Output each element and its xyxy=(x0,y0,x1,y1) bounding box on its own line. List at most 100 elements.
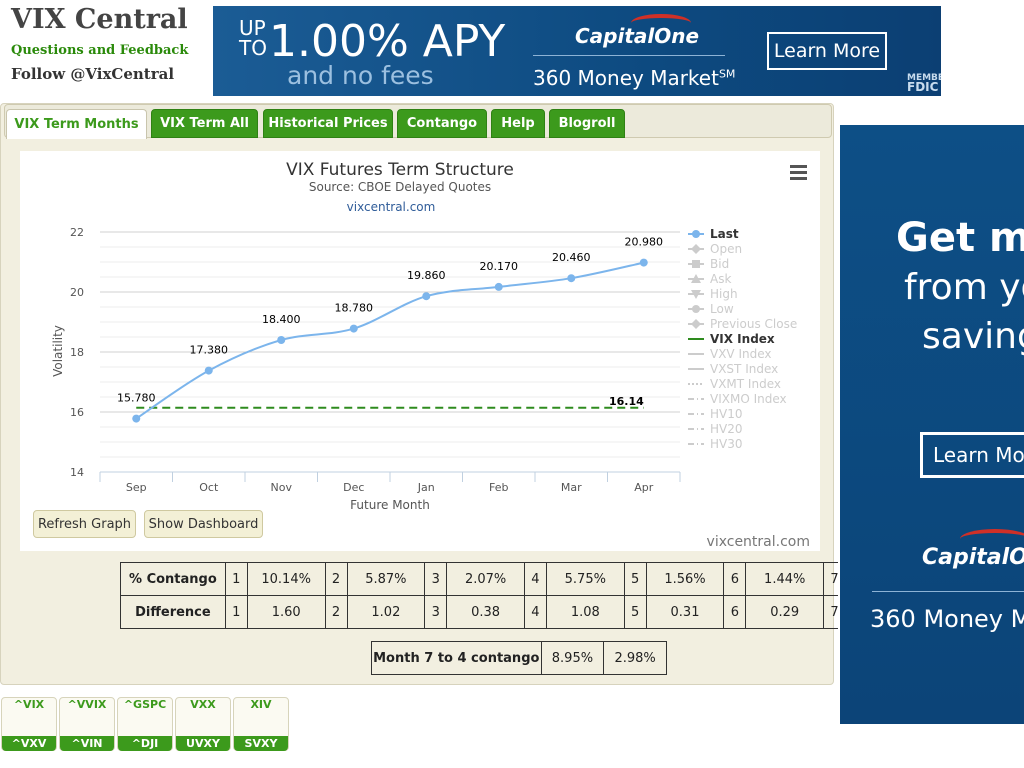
data-label: 18.400 xyxy=(262,313,301,326)
table-row: % Contango 1 10.14% 2 5.87% 3 2.07% 4 5.75% 5 1.56… xyxy=(120,562,838,596)
side-banner-ad[interactable]: Get mo from yo saving Learn Mo CapitalO … xyxy=(840,125,1024,724)
y-axis-label: Volatility xyxy=(51,325,65,377)
ticker-top-symbol[interactable]: XIV xyxy=(234,698,288,711)
legend-item[interactable]: Bid xyxy=(688,257,729,271)
value-cell: 5.87% xyxy=(346,562,426,596)
show-dashboard-button[interactable]: Show Dashboard xyxy=(144,510,263,538)
value-cell: 0.29 xyxy=(745,595,825,629)
legend-label: High xyxy=(710,287,738,301)
chart-site-link[interactable]: vixcentral.com xyxy=(347,200,436,214)
x-tick-label: Sep xyxy=(126,481,147,494)
data-label: 20.460 xyxy=(552,251,591,264)
legend-item[interactable]: HV20 xyxy=(688,422,743,436)
legend-item[interactable]: VXV Index xyxy=(688,347,772,361)
month-contango-value-1: 8.95% xyxy=(540,641,605,675)
legend-item[interactable]: VIX Index xyxy=(688,332,775,346)
ticker-top-symbol[interactable]: ^VVIX xyxy=(60,698,114,711)
last-data-point xyxy=(132,414,141,423)
y-tick-label: 22 xyxy=(70,226,84,239)
last-data-point xyxy=(349,324,358,333)
vix-index-label: 16.14 xyxy=(609,395,644,408)
tab-historical-prices[interactable]: Historical Prices xyxy=(263,109,393,138)
value-cell: 5.75% xyxy=(545,562,625,596)
tab-vix-term-all[interactable]: VIX Term All xyxy=(151,109,258,138)
site-title[interactable]: VIX Central xyxy=(11,4,188,35)
follow-twitter-link[interactable]: Follow @VixCentral xyxy=(11,65,174,83)
last-data-point xyxy=(422,292,431,301)
y-tick-label: 16 xyxy=(70,406,84,419)
last-data-point xyxy=(204,366,213,375)
row-label: Difference xyxy=(120,595,226,629)
value-cell: 1.56% xyxy=(645,562,725,596)
month-index-cell: 5 xyxy=(623,595,647,629)
ticker-widget[interactable]: ^VVIX ^VIN xyxy=(59,697,115,751)
ticker-bottom-symbol[interactable]: ^VXV xyxy=(2,736,56,751)
hamburger-menu-icon[interactable] xyxy=(790,165,807,180)
chart-credit[interactable]: vixcentral.com xyxy=(707,534,810,550)
ticker-widget[interactable]: VXX UVXY xyxy=(175,697,231,751)
side-ad-divider xyxy=(872,591,1024,592)
legend-item[interactable]: Low xyxy=(688,302,734,316)
data-label: 18.780 xyxy=(335,302,374,315)
legend-item[interactable]: HV30 xyxy=(688,437,743,451)
month-index-cell: 4 xyxy=(523,562,547,596)
legend-label: HV30 xyxy=(710,437,743,451)
month-contango-label: Month 7 to 4 contango xyxy=(371,641,542,675)
last-series-line xyxy=(135,261,644,420)
row-label: % Contango xyxy=(120,562,226,596)
legend-item[interactable]: VXMT Index xyxy=(688,377,781,391)
term-structure-chart[interactable]: 14 16 18 20 22 Sep Oct Nov Dec Jan Feb Mar Apr 16.14… xyxy=(20,151,820,551)
ticker-bottom-symbol[interactable]: SVXY xyxy=(234,736,288,751)
ad-up-to: UP TO xyxy=(239,16,267,60)
ticker-widget[interactable]: XIV SVXY xyxy=(233,697,289,751)
legend-label: VIXMO Index xyxy=(710,392,787,406)
ticker-bottom-symbol[interactable]: ^VIN xyxy=(60,736,114,751)
legend-circle-icon xyxy=(692,230,700,238)
month-index-cell: 6 xyxy=(723,595,747,629)
legend-diamond-icon xyxy=(691,319,701,329)
ticker-bottom-symbol[interactable]: UVXY xyxy=(176,736,230,751)
x-axis-label: Future Month xyxy=(350,498,430,512)
month-index-cell: 7 xyxy=(823,562,838,596)
ticker-top-symbol[interactable]: VXX xyxy=(176,698,230,711)
month-index-cell: 1 xyxy=(224,562,248,596)
ad-learn-more-button[interactable]: Learn More xyxy=(767,32,887,70)
side-ad-learn-more-button[interactable]: Learn Mo xyxy=(920,432,1024,478)
legend-item[interactable]: VXST Index xyxy=(688,362,778,376)
ticker-top-symbol[interactable]: ^GSPC xyxy=(118,698,172,711)
ad-divider xyxy=(533,55,725,56)
ticker-top-symbol[interactable]: ^VIX xyxy=(2,698,56,711)
tab-vix-term-months[interactable]: VIX Term Months xyxy=(6,109,147,139)
legend-item[interactable]: Open xyxy=(688,242,742,256)
tab-help[interactable]: Help xyxy=(491,109,545,138)
y-tick-label: 18 xyxy=(70,346,84,359)
table-row: Difference 1 1.60 2 1.02 3 0.38 4 1.08 5 0.31 6 0.29… xyxy=(120,595,838,629)
contango-table-wrapper: % Contango 1 10.14% 2 5.87% 3 2.07% 4 5.75% 5 1.56… xyxy=(120,562,838,630)
value-cell: 2.07% xyxy=(446,562,525,596)
refresh-graph-button[interactable]: Refresh Graph xyxy=(33,510,136,538)
table-row: Month 7 to 4 contango 8.95% 2.98% xyxy=(371,641,667,675)
legend-item[interactable]: Previous Close xyxy=(688,317,797,331)
tab-blogroll[interactable]: Blogroll xyxy=(549,109,625,138)
value-cell: 1.08 xyxy=(545,595,625,629)
side-ad-headline-3: saving xyxy=(922,316,1024,357)
x-tick-label: Oct xyxy=(199,481,219,494)
value-cell: 0.31 xyxy=(645,595,725,629)
legend-item[interactable]: HV10 xyxy=(688,407,743,421)
month-index-cell: 2 xyxy=(324,562,348,596)
legend-label: HV10 xyxy=(710,407,743,421)
ticker-widget[interactable]: ^GSPC ^DJI xyxy=(117,697,173,751)
tab-contango[interactable]: Contango xyxy=(397,109,487,138)
ticker-bottom-symbol[interactable]: ^DJI xyxy=(118,736,172,751)
ticker-widget[interactable]: ^VIX ^VXV xyxy=(1,697,57,751)
legend-item[interactable]: Last xyxy=(688,227,739,241)
legend-item[interactable]: High xyxy=(688,287,738,301)
legend-item[interactable]: Ask xyxy=(688,272,731,286)
questions-feedback-link[interactable]: Questions and Feedback xyxy=(11,43,188,58)
legend-label: Last xyxy=(710,227,739,241)
chart-subtitle: Source: CBOE Delayed Quotes xyxy=(309,180,491,194)
y-tick-label: 14 xyxy=(70,466,84,479)
top-banner-ad[interactable]: UP TO 1.00% APY and no fees CapitalOne 36… xyxy=(213,6,941,96)
legend-item[interactable]: VIXMO Index xyxy=(688,392,787,406)
chart-svg: 14 16 18 20 22 Sep Oct Nov Dec Jan Feb Mar Apr 16.14… xyxy=(51,160,810,550)
